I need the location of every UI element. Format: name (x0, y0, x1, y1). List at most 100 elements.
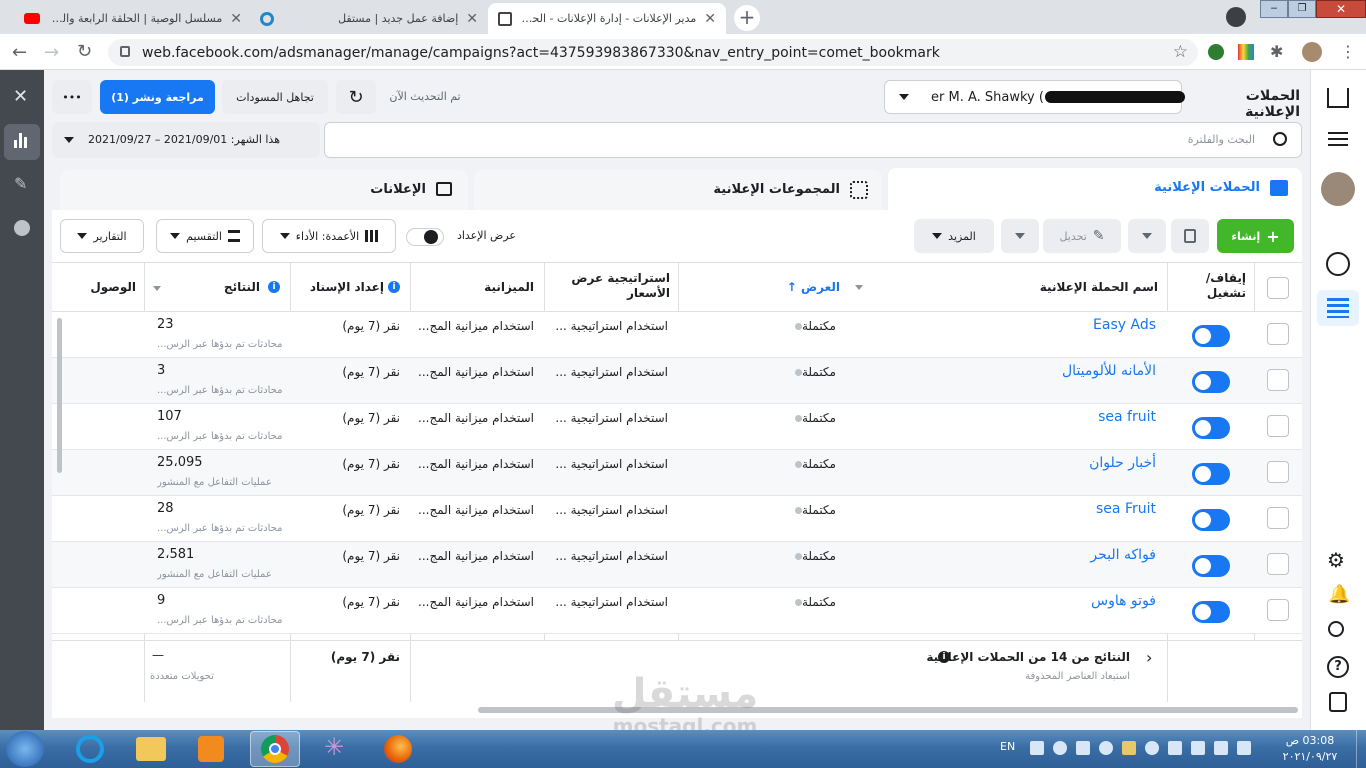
tab-ad-sets[interactable]: المجموعات الإعلانية (474, 170, 882, 210)
table-icon[interactable] (1327, 298, 1349, 318)
close-tab-icon[interactable]: ✕ (230, 11, 242, 27)
volume-icon[interactable] (1214, 741, 1228, 755)
col-attribution[interactable]: إعداد الإسناد (300, 280, 384, 294)
bar-chart-icon[interactable] (14, 132, 27, 148)
back-button[interactable]: ← (12, 42, 27, 63)
columns-button[interactable]: الأعمدة: الأداء (262, 219, 396, 253)
clock-date[interactable]: ٢٠٢١/٠٩/٢٧ (1268, 750, 1352, 763)
media-player-icon[interactable] (198, 736, 224, 762)
edit-dropdown-button[interactable] (1001, 219, 1039, 253)
refresh-button[interactable]: ↻ (336, 80, 376, 114)
vertical-scrollbar[interactable] (57, 318, 62, 473)
close-window-button[interactable]: ✕ (1316, 0, 1366, 18)
ie-icon[interactable] (76, 735, 104, 763)
address-bar[interactable]: web.facebook.com/adsmanager/manage/campa… (108, 39, 1198, 66)
chevron-right-icon[interactable]: › (1146, 648, 1152, 667)
disc-icon[interactable] (1099, 741, 1113, 755)
campaign-name-link[interactable]: sea Fruit (960, 501, 1156, 517)
row-checkbox[interactable] (1267, 323, 1289, 345)
bookmark-star-icon[interactable]: ☆ (1173, 42, 1188, 62)
more-options-button[interactable]: ••• (52, 80, 92, 114)
col-name[interactable]: اسم الحملة الإعلانية (1000, 280, 1158, 294)
extensions-puzzle-icon[interactable]: ✱ (1270, 42, 1283, 61)
campaign-name-link[interactable]: فواكه البحر (960, 547, 1156, 563)
edit-button[interactable]: ✎ تحديل (1043, 219, 1121, 253)
col-bid-strategy[interactable]: استراتيجية عرض الأسعار (560, 271, 670, 301)
extension-color-icon[interactable] (1238, 44, 1254, 60)
info-icon[interactable]: i (388, 281, 400, 293)
row-checkbox[interactable] (1267, 599, 1289, 621)
campaign-toggle[interactable] (1192, 417, 1230, 439)
browser-tab-3[interactable]: ✕ مدير الإعلانات - إدارة الإعلانات - الح… (488, 3, 726, 34)
user-avatar[interactable] (1321, 172, 1355, 206)
language-indicator[interactable]: EN (1000, 740, 1015, 753)
campaign-name-link[interactable]: sea fruit (960, 409, 1156, 425)
pencil-icon[interactable]: ✎ (14, 174, 27, 193)
account-selector[interactable]: er M. A. Shawky ( (884, 80, 1185, 114)
chevron-down-icon[interactable] (153, 286, 161, 291)
report-issue-icon[interactable] (1329, 692, 1347, 712)
close-tab-icon[interactable]: ✕ (466, 11, 478, 27)
flag-icon[interactable] (1168, 741, 1182, 755)
reload-button[interactable]: ↻ (77, 41, 92, 62)
info-icon[interactable]: i (938, 651, 950, 663)
tab-ads[interactable]: الإعلانات (60, 170, 468, 210)
row-checkbox[interactable] (1267, 461, 1289, 483)
discard-drafts-button[interactable]: تجاهل المسودات (222, 80, 328, 114)
browser-tab-1[interactable]: ✕ مسلسل الوصية | الحلقة الرابعة والعشرون (14, 3, 252, 34)
tray-app-icon[interactable] (1030, 741, 1044, 755)
firefox-icon[interactable] (384, 735, 412, 763)
breakdown-button[interactable]: التقسيم (156, 219, 254, 253)
duplicate-dropdown-button[interactable] (1128, 219, 1166, 253)
col-budget[interactable]: الميزانية (430, 280, 534, 294)
row-checkbox[interactable] (1267, 415, 1289, 437)
home-icon[interactable] (1327, 88, 1349, 108)
pen-icon[interactable] (1122, 741, 1136, 755)
campaign-name-link[interactable]: Easy Ads (960, 317, 1156, 333)
new-tab-button[interactable]: + (734, 5, 760, 31)
campaign-name-link[interactable]: الأمانه للألوميتال (960, 363, 1156, 379)
row-checkbox[interactable] (1267, 507, 1289, 529)
search-filter-input[interactable]: البحث والفلترة (324, 122, 1302, 158)
review-publish-button[interactable]: مراجعة ونشر (1) (100, 80, 215, 114)
campaign-toggle[interactable] (1192, 509, 1230, 531)
search-icon[interactable] (1328, 621, 1344, 637)
start-button[interactable] (6, 731, 44, 767)
upload-icon[interactable] (1053, 741, 1067, 755)
select-all-checkbox[interactable] (1267, 277, 1289, 299)
forward-button[interactable]: → (44, 42, 59, 63)
campaign-toggle[interactable] (1192, 325, 1230, 347)
campaign-toggle[interactable] (1192, 463, 1230, 485)
network-icon[interactable] (1076, 741, 1090, 755)
row-checkbox[interactable] (1267, 369, 1289, 391)
campaign-toggle[interactable] (1192, 371, 1230, 393)
battery-icon[interactable] (1237, 741, 1251, 755)
campaign-toggle[interactable] (1192, 555, 1230, 577)
settings-gear-icon[interactable]: ⚙ (1327, 548, 1345, 572)
info-icon[interactable]: i (268, 281, 280, 293)
wifi-signal-icon[interactable] (1191, 741, 1205, 755)
close-icon[interactable]: ✕ (13, 86, 28, 107)
create-button[interactable]: + إنشاء (1217, 219, 1294, 253)
spider-app-icon[interactable]: ✳ (324, 733, 344, 761)
row-checkbox[interactable] (1267, 553, 1289, 575)
profile-menu-icon[interactable] (1226, 7, 1246, 27)
show-desktop-button[interactable] (1356, 730, 1366, 768)
campaign-name-link[interactable]: أخبار حلوان (960, 455, 1156, 471)
campaign-toggle[interactable] (1192, 601, 1230, 623)
col-reach[interactable]: الوصول (60, 280, 136, 294)
date-range-picker[interactable]: هذا الشهر: 2021/09/01 – 2021/09/27 (52, 122, 320, 158)
bluetooth-icon[interactable] (1145, 741, 1159, 755)
close-tab-icon[interactable]: ✕ (704, 11, 716, 27)
dashboard-icon[interactable] (1326, 252, 1350, 276)
tab-campaigns[interactable]: الحملات الإعلانية (888, 168, 1302, 212)
duplicate-button[interactable] (1171, 219, 1209, 253)
clock-icon[interactable] (14, 220, 30, 236)
view-setup-toggle[interactable] (406, 228, 444, 246)
browser-tab-2[interactable]: ✕ إضافة عمل جديد | مستقل (250, 3, 488, 34)
col-results[interactable]: النتائج (190, 280, 260, 294)
minimize-button[interactable]: ‒ (1260, 0, 1288, 18)
explorer-icon[interactable] (136, 737, 166, 761)
maximize-button[interactable]: ❐ (1288, 0, 1316, 18)
campaign-name-link[interactable]: فوتو هاوس (960, 593, 1156, 609)
